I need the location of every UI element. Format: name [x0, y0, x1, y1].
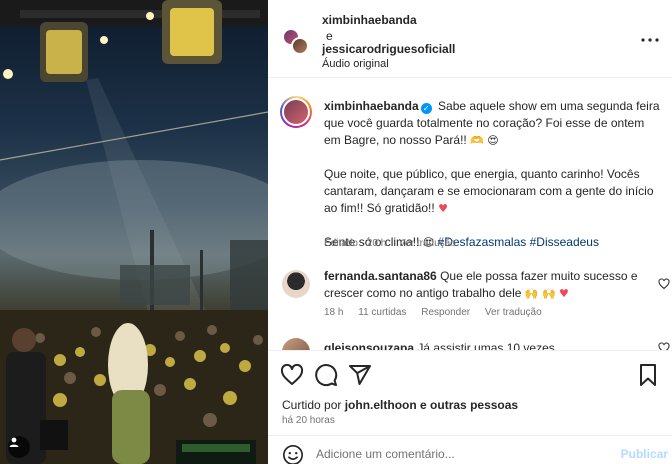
comment-text: gleisonsouzapa Já assistir umas 10 vezes [324, 340, 642, 350]
comment-item: gleisonsouzapa Já assistir umas 10 vezes [268, 336, 672, 350]
collab-connector: e [326, 29, 333, 43]
emoji-icon[interactable] [282, 444, 304, 464]
hashtag-link[interactable]: #Disseadeus [530, 235, 599, 249]
post-time: há 20 horas [282, 415, 335, 426]
reply-button[interactable]: Responder [421, 307, 470, 318]
translate-link[interactable]: Ver tradução [485, 307, 542, 318]
share-icon[interactable] [348, 363, 372, 387]
avatar[interactable] [282, 270, 310, 298]
audio-link[interactable]: Áudio original [322, 58, 389, 70]
post-media[interactable] [0, 0, 268, 464]
liked-by-label: Curtido por [282, 398, 342, 412]
comment-icon[interactable] [314, 363, 338, 387]
avatar[interactable] [282, 338, 310, 350]
add-comment-bar: Publicar [268, 435, 672, 464]
comment-time: 18 h [324, 307, 344, 318]
comment-username[interactable]: gleisonsouzapa [324, 341, 414, 350]
publish-button[interactable]: Publicar [621, 447, 668, 461]
collaborator-username[interactable]: jessicarodriguesoficiall [322, 42, 455, 56]
avatar[interactable] [280, 96, 312, 128]
post-header: ximbinhaebanda e jessicarodriguesoficial… [268, 0, 672, 78]
comment-likes[interactable]: 11 curtidas [358, 307, 406, 318]
caption-meta: Editado · 20 h Ver tradução [324, 238, 466, 249]
post-details-panel: ximbinhaebanda e jessicarodriguesoficial… [268, 0, 672, 464]
heart-icon: ♥ [438, 202, 448, 215]
others-link[interactable]: e outras pessoas [420, 398, 518, 412]
bookmark-icon[interactable] [636, 363, 660, 387]
likes-summary: Curtido por john.elthoon e outras pessoa… [282, 398, 518, 412]
user-tag-icon[interactable] [8, 436, 30, 458]
edited-time: Editado · 20 h [324, 238, 387, 249]
heart-emoji: ♥ [559, 287, 569, 300]
more-icon [641, 38, 659, 42]
comment-text: fernanda.santana86 Que ele possa fazer m… [324, 268, 642, 302]
comment-input[interactable] [316, 444, 596, 464]
author-username[interactable]: ximbinhaebanda [322, 13, 417, 27]
caption-line-2: Que noite, que público, que energia, qua… [324, 167, 654, 215]
caption-emoji-1: 🫶 😍 [470, 134, 499, 147]
heart-icon[interactable] [658, 278, 670, 290]
heart-icon[interactable] [658, 342, 670, 350]
collab-avatars[interactable] [282, 28, 310, 56]
concert-scene [0, 0, 268, 464]
caption-username[interactable]: ximbinhaebanda [324, 99, 419, 113]
like-heart-icon[interactable] [280, 363, 304, 387]
avatar [291, 37, 309, 55]
caption-text: ximbinhaebanda ✓ Sabe aquele show em uma … [324, 98, 662, 251]
liked-by-user[interactable]: john.elthoon [345, 398, 417, 412]
verified-icon: ✓ [420, 103, 432, 114]
comment-username[interactable]: fernanda.santana86 [324, 269, 437, 283]
more-options-button[interactable] [640, 30, 660, 50]
translate-link[interactable]: Ver tradução [399, 238, 456, 249]
comment-body: Já assistir umas 10 vezes [417, 341, 555, 350]
comment-meta: 18 h 11 curtidas Responder Ver tradução [324, 307, 554, 318]
action-bar: Curtido por john.elthoon e outras pessoa… [268, 350, 672, 464]
comment-emoji: 🙌 🙌 [524, 287, 556, 300]
